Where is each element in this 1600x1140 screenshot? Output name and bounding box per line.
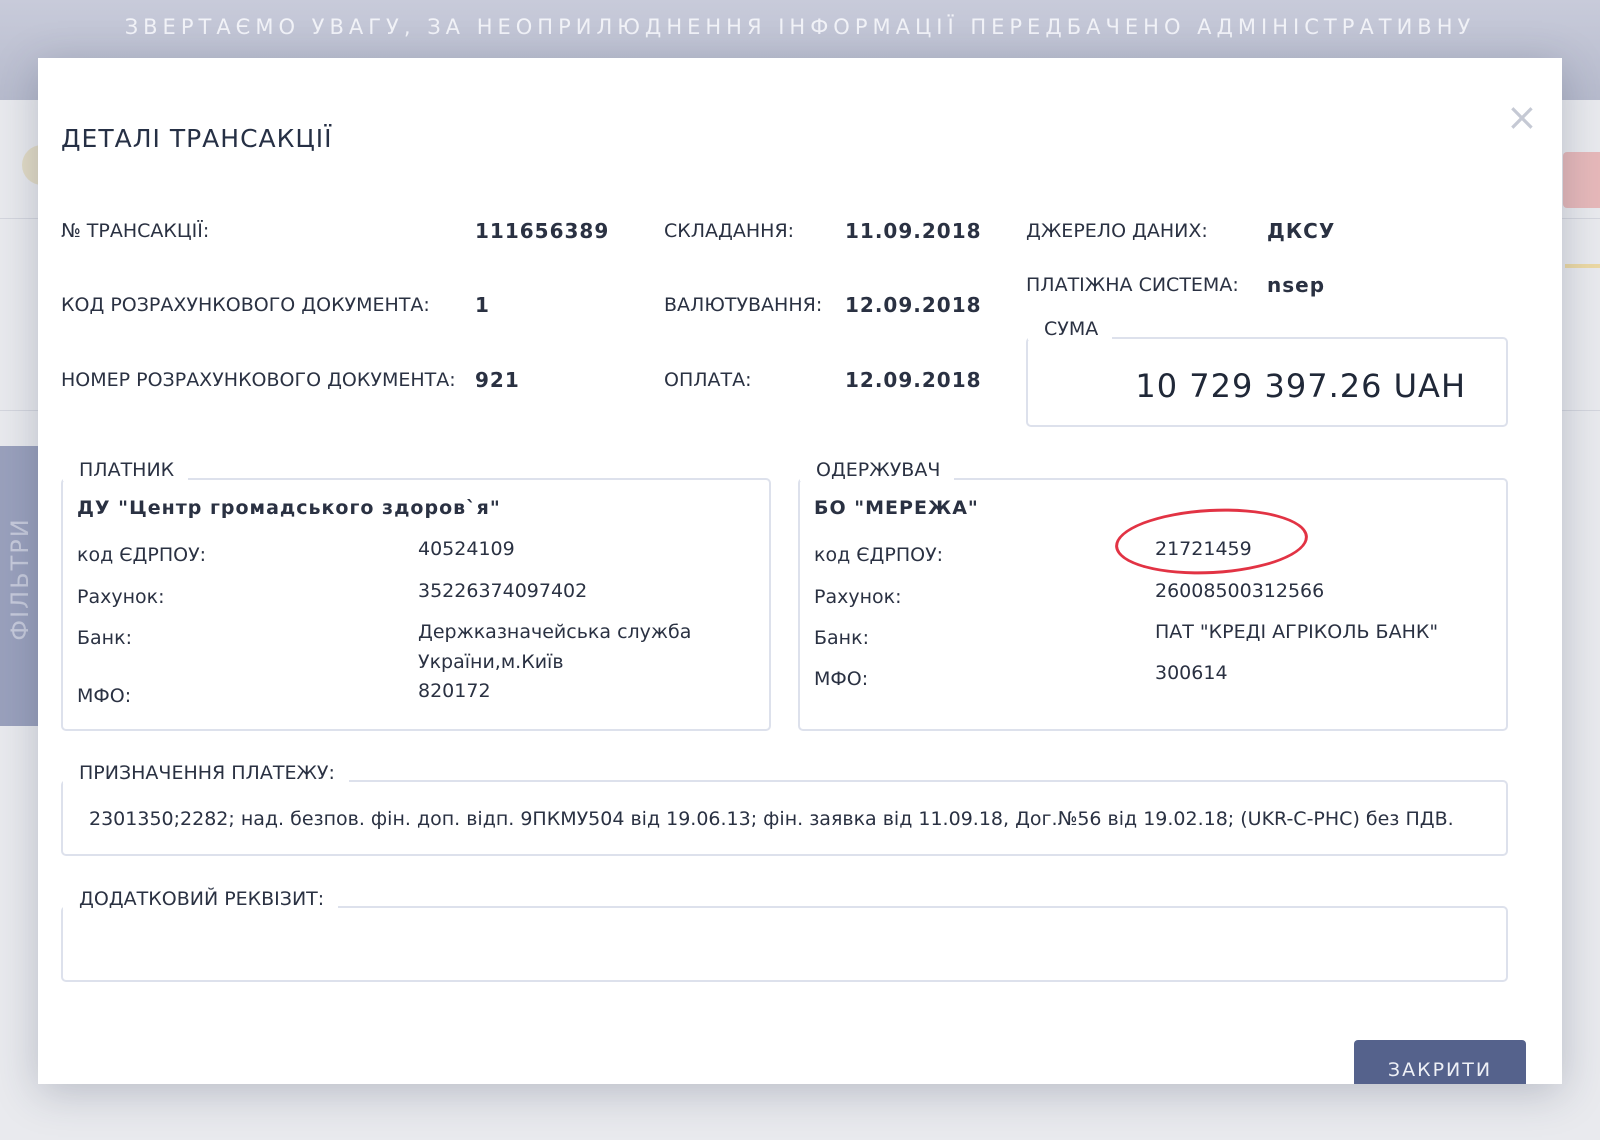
recipient-name: БО "МЕРЕЖА" [814, 497, 979, 519]
payment-date-value: 12.09.2018 [845, 368, 982, 392]
payer-box: ДУ "Центр громадського здоров`я" код ЄДР… [61, 478, 771, 731]
doc-number-value: 921 [475, 368, 520, 392]
doc-number-label: НОМЕР РОЗРАХУНКОВОГО ДОКУМЕНТА: [61, 369, 456, 391]
recipient-mfo-label: МФО: [814, 668, 869, 690]
value-date-label: ВАЛЮТУВАННЯ: [664, 294, 823, 316]
background-button [1563, 152, 1600, 208]
payer-legend: ПЛАТНИК [63, 459, 189, 481]
data-source-value: ДКСУ [1267, 219, 1336, 243]
drafted-value: 11.09.2018 [845, 219, 982, 243]
background-tab-indicator [1565, 264, 1600, 268]
transaction-no-value: 111656389 [475, 219, 610, 243]
payer-mfo-label: МФО: [77, 685, 132, 707]
recipient-bank-value: ПАТ "КРЕДІ АГРІКОЛЬ БАНК" [1155, 621, 1439, 643]
recipient-mfo-value: 300614 [1155, 662, 1228, 684]
extra-requisite-legend: ДОДАТКОВИЙ РЕКВІЗИТ: [63, 888, 339, 910]
purpose-box: 2301350;2282; над. безпов. фін. доп. від… [61, 780, 1508, 856]
payer-edrpou-value: 40524109 [418, 538, 515, 560]
payment-date-label: ОПЛАТА: [664, 369, 752, 391]
payment-system-value: nsep [1267, 273, 1326, 297]
payer-mfo-value: 820172 [418, 680, 491, 702]
close-icon[interactable]: × [1506, 98, 1538, 136]
recipient-box: БО "МЕРЕЖА" код ЄДРПОУ: 21721459 Рахунок… [798, 478, 1508, 731]
doc-code-label: КОД РОЗРАХУНКОВОГО ДОКУМЕНТА: [61, 294, 430, 316]
data-source-label: ДЖЕРЕЛО ДАНИХ: [1026, 220, 1208, 242]
payer-account-label: Рахунок: [77, 586, 165, 608]
payer-bank-value: Держказначейська служба України,м.Київ [418, 621, 692, 673]
purpose-text: 2301350;2282; над. безпов. фін. доп. від… [89, 808, 1454, 830]
modal-title: ДЕТАЛІ ТРАНСАКЦІЇ [61, 124, 333, 153]
payer-account-value: 35226374097402 [418, 580, 588, 602]
extra-requisite-box [61, 906, 1508, 982]
recipient-account-label: Рахунок: [814, 586, 902, 608]
doc-code-value: 1 [475, 293, 490, 317]
value-date-value: 12.09.2018 [845, 293, 982, 317]
purpose-legend: ПРИЗНАЧЕННЯ ПЛАТЕЖУ: [63, 762, 349, 784]
sum-box: 10 729 397.26 UAH [1026, 337, 1508, 427]
recipient-edrpou-label: код ЄДРПОУ: [814, 544, 944, 566]
transaction-no-label: № ТРАНСАКЦІЇ: [61, 220, 210, 242]
close-button[interactable]: ЗАКРИТИ [1354, 1040, 1526, 1084]
transaction-details-modal: ДЕТАЛІ ТРАНСАКЦІЇ × № ТРАНСАКЦІЇ: 111656… [38, 58, 1562, 1084]
payment-system-label: ПЛАТІЖНА СИСТЕМА: [1026, 274, 1239, 296]
filters-label: ФІЛЬТРИ [6, 517, 34, 641]
sum-value: 10 729 397.26 UAH [1135, 367, 1466, 405]
recipient-bank-label: Банк: [814, 627, 869, 649]
payer-name: ДУ "Центр громадського здоров`я" [77, 497, 501, 519]
sum-legend: СУМА [1028, 318, 1113, 340]
drafted-label: СКЛАДАННЯ: [664, 220, 795, 242]
payer-bank-label: Банк: [77, 627, 132, 649]
recipient-legend: ОДЕРЖУВАЧ [800, 459, 955, 481]
payer-edrpou-label: код ЄДРПОУ: [77, 544, 207, 566]
recipient-account-value: 26008500312566 [1155, 580, 1325, 602]
